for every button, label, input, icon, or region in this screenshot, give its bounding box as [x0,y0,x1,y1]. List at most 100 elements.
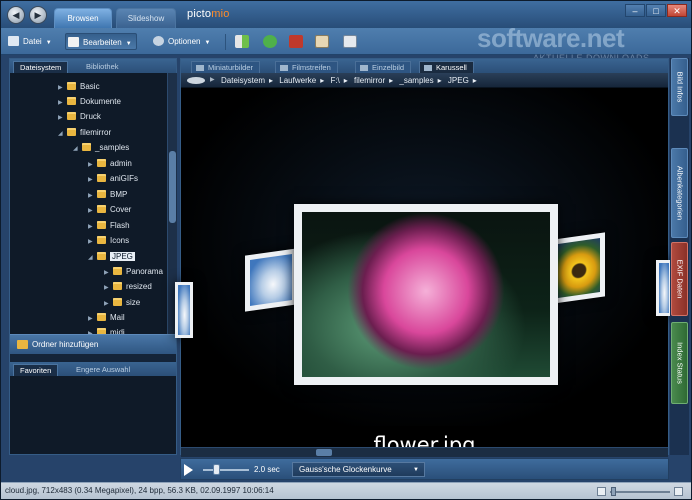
expand-icon[interactable]: ▶ [58,112,67,125]
tab-thumbnails[interactable]: Miniaturbilder [191,61,261,73]
tree-node-panorama[interactable]: ▶ Panorama [104,265,163,278]
zoom-thumb[interactable] [611,487,616,496]
zoom-track[interactable] [610,491,670,493]
tree-node-bmp[interactable]: ▶ BMP [88,188,127,201]
expand-icon[interactable]: ▶ [104,282,113,295]
carousel-thumb-far-left[interactable] [175,282,193,338]
tab-album-categories[interactable]: Albenkategorien [671,148,688,238]
tab-filesystem[interactable]: Dateisystem [13,61,69,73]
breadcrumb-item[interactable]: JPEG [448,76,469,85]
zoom-slider[interactable] [597,487,685,496]
breadcrumb-item[interactable]: Dateisystem [221,76,265,85]
tree-node-size[interactable]: ▶ size [104,296,140,309]
app-window: ◀ ▶ Browsen Slideshow pictomio – □ ✕ Dat… [0,0,692,500]
print-icon[interactable] [343,35,357,48]
tree-node-anigifs[interactable]: ▶ aniGIFs [88,172,138,185]
expand-icon[interactable]: ▶ [88,174,97,187]
tree-node-admin[interactable]: ▶ admin [88,157,132,170]
scrollbar-thumb[interactable] [316,449,332,456]
expand-icon[interactable]: ▶ [58,82,67,95]
expand-icon[interactable]: ▶ [104,298,113,311]
eye-icon[interactable] [187,77,205,84]
collapse-icon[interactable]: ◢ [88,252,97,265]
chevron-right-icon: ▸ [269,76,274,85]
minimize-button[interactable]: – [625,4,645,17]
chevron-right-icon: ▸ [472,76,477,85]
folder-panel-tabs: Dateisystem Bibliothek [10,59,176,73]
expand-icon[interactable]: ▶ [88,159,97,172]
tab-favorites[interactable]: Favoriten [13,364,59,376]
carousel-scrollbar[interactable] [181,447,668,457]
zoom-out-icon[interactable] [597,487,606,496]
transition-select[interactable]: Gauss'sche Glockenkurve ▼ [292,462,425,477]
carousel-current-image[interactable] [294,204,558,385]
play-icon[interactable] [184,464,193,476]
tab-library[interactable]: Bibliothek [80,61,125,73]
tab-slideshow[interactable]: Slideshow [116,8,176,28]
tree-node-resized[interactable]: ▶ resized [104,280,152,293]
tab-single-image[interactable]: Einzelbild [355,61,412,73]
folder-icon [97,252,106,260]
image-icon[interactable] [315,35,329,48]
expand-icon[interactable]: ▶ [88,236,97,249]
tree-node-mail[interactable]: ▶ Mail [88,311,125,324]
tree-node-jpeg[interactable]: ◢ JPEG [88,250,135,263]
tree-node-midi[interactable]: ▶ midi [88,326,125,334]
chevron-down-icon: ▼ [45,40,52,46]
refresh-icon[interactable] [263,35,277,48]
folder-panel: Dateisystem Bibliothek ▶ Basic ▶ Dokumente… [9,58,177,455]
menu-file[interactable]: Datei ▼ [6,33,52,50]
collapse-icon[interactable]: ◢ [73,143,82,156]
carousel-image [659,263,669,313]
tab-exif-data[interactable]: EXIF Daten [671,242,688,316]
carousel-thumb-left[interactable] [245,248,297,312]
back-button[interactable]: ◀ [7,6,25,24]
expand-icon[interactable]: ▶ [58,97,67,110]
expand-icon[interactable]: ▶ [88,190,97,203]
move-icon[interactable] [235,35,249,48]
maximize-button[interactable]: □ [646,4,666,17]
carousel-image [178,285,190,335]
breadcrumb-item[interactable]: filemirror [354,76,385,85]
expand-icon[interactable]: ▶ [88,205,97,218]
tree-node-samples[interactable]: ◢ _samples [73,141,129,154]
breadcrumb-item[interactable]: _samples [399,76,433,85]
watermark: software.net [477,23,625,53]
tab-carousel[interactable]: Karussell [419,61,474,73]
tree-node-druck[interactable]: ▶ Druck [58,110,101,123]
tree-node-icons[interactable]: ▶ Icons [88,234,129,247]
tab-index-status[interactable]: Index Status [671,322,688,404]
carousel-thumb-right[interactable] [553,232,605,304]
tab-shortlist[interactable]: Engere Auswahl [70,364,136,376]
tree-node-basic[interactable]: ▶ Basic [58,80,100,93]
tab-image-info[interactable]: Bild Infos [671,58,688,116]
tab-filmstrip[interactable]: Filmstreifen [275,61,338,73]
folder-icon [67,128,76,136]
tab-browse[interactable]: Browsen [54,8,112,28]
close-button[interactable]: ✕ [667,4,687,17]
file-icon [8,36,19,46]
tree-node-filemirror[interactable]: ◢ filemirror [58,126,111,139]
expand-icon[interactable]: ▶ [88,313,97,326]
forward-button[interactable]: ▶ [29,6,47,24]
chevron-down-icon: ▼ [125,41,132,47]
expand-icon[interactable]: ▶ [104,267,113,280]
zoom-in-icon[interactable] [674,487,683,496]
tree-node-flash[interactable]: ▶ Flash [88,219,130,232]
add-folder-button[interactable]: Ordner hinzufügen [10,334,176,354]
expand-icon[interactable]: ▶ [88,221,97,234]
delete-icon[interactable] [289,35,303,48]
scrollbar-thumb[interactable] [169,151,176,223]
menu-options[interactable]: Optionen ▼ [151,33,210,50]
speed-slider[interactable] [203,469,249,471]
collapse-icon[interactable]: ◢ [58,128,67,141]
tree-node-cover[interactable]: ▶ Cover [88,203,131,216]
tree-node-dokumente[interactable]: ▶ Dokumente [58,95,121,108]
speed-slider-thumb[interactable] [213,464,220,475]
folder-icon [97,236,106,244]
chevron-down-icon: ▼ [204,40,211,46]
menu-edit[interactable]: Bearbeiten ▼ [65,33,137,50]
breadcrumb-item[interactable]: Laufwerke [279,76,316,85]
chevron-down-icon: ▼ [413,467,419,473]
breadcrumb-item[interactable]: F:\ [330,76,339,85]
